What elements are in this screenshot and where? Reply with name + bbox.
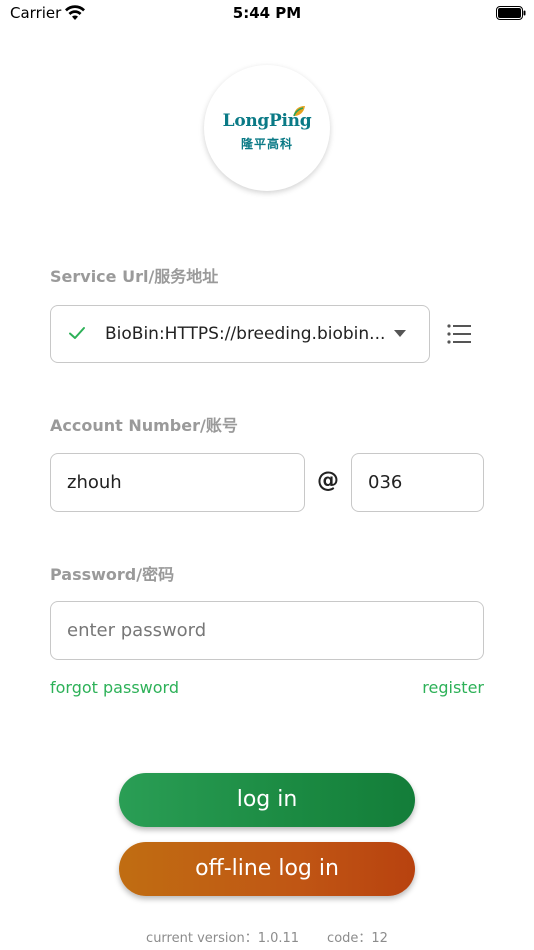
code-text: code：12 [327, 931, 388, 946]
logo-wordmark: LongPing [222, 111, 312, 131]
password-placeholder: enter password [67, 620, 207, 641]
password-field[interactable]: enter password [50, 601, 484, 660]
at-symbol: @ [317, 468, 339, 493]
password-label: Password/密码 [50, 565, 175, 584]
service-url-dropdown[interactable]: BioBin:HTTPS://breeding.biobin... [50, 305, 430, 363]
offline-login-button[interactable]: off-line log in [119, 842, 415, 896]
login-button[interactable]: log in [119, 773, 415, 827]
version-text: current version：1.0.11 [146, 931, 300, 946]
username-value: zhouh [67, 472, 122, 493]
list-icon[interactable] [446, 322, 472, 346]
register-link[interactable]: register [422, 678, 484, 697]
domain-field[interactable]: 036 [351, 453, 484, 512]
service-url-value: BioBin:HTTPS://breeding.biobin... [105, 324, 386, 344]
company-logo: LongPing 隆平高科 [204, 65, 330, 191]
domain-value: 036 [368, 472, 403, 493]
forgot-password-link[interactable]: forgot password [50, 678, 179, 697]
clock: 5:44 PM [232, 4, 302, 22]
username-field[interactable]: zhouh [50, 453, 305, 512]
service-url-label: Service Url/服务地址 [50, 267, 219, 286]
account-number-label: Account Number/账号 [50, 416, 238, 435]
status-bar: Carrier 5:44 PM [0, 0, 534, 30]
check-icon [69, 327, 85, 339]
version-footer: current version：1.0.11 code：12 [0, 927, 534, 946]
chevron-down-icon [394, 330, 406, 337]
logo-subtitle: 隆平高科 [240, 137, 293, 151]
battery-icon [496, 6, 526, 20]
